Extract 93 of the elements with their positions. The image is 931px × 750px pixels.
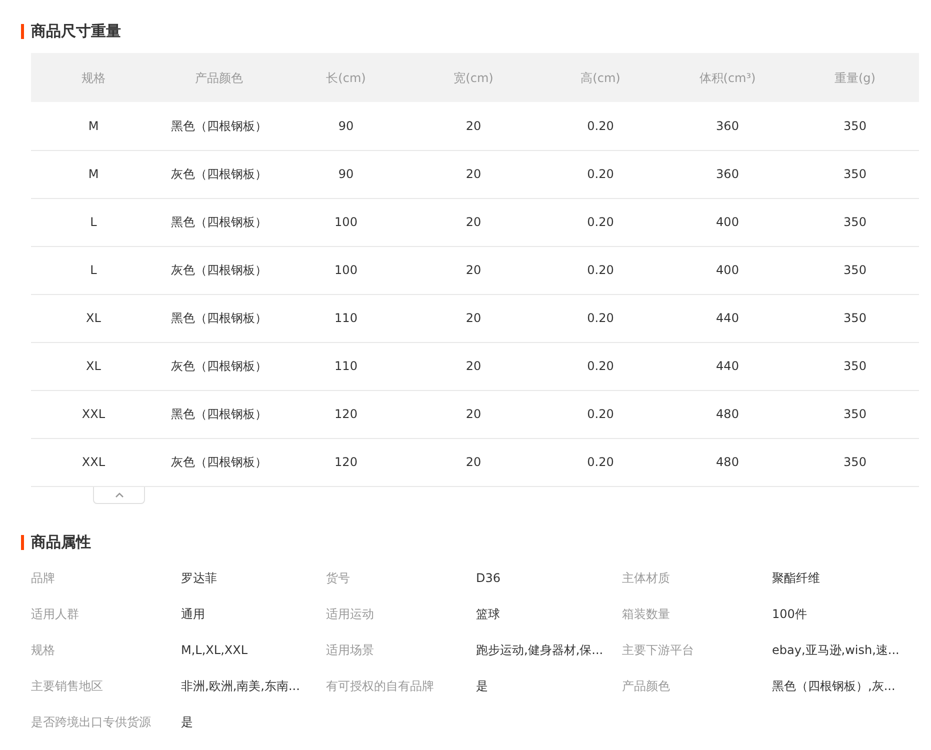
attribute-label: 有可授权的自有品牌 [326,678,435,694]
caret-up-icon [114,492,124,498]
table-cell: 350 [791,150,919,198]
table-cell: 20 [410,102,537,150]
attribute-label: 主要下游平台 [622,642,695,658]
table-cell: 20 [410,150,537,198]
table-cell: 480 [664,390,791,438]
table-cell: 360 [664,102,791,150]
table-cell: 20 [410,294,537,342]
table-cell: M [31,150,156,198]
attribute-value: 通用 [181,606,206,622]
attribute-label: 适用场景 [326,642,375,658]
table-cell: 440 [664,294,791,342]
table-cell: 350 [791,246,919,294]
column-header: 产品颜色 [156,53,282,102]
attribute-label: 规格 [31,642,56,658]
table-cell: 灰色（四根钢板） [156,150,282,198]
table-cell: 120 [282,438,410,486]
table-cell: 0.20 [537,438,664,486]
table-cell: 灰色（四根钢板） [156,342,282,390]
table-cell: 400 [664,198,791,246]
table-cell: M [31,102,156,150]
table-cell: 90 [282,150,410,198]
table-cell: 20 [410,390,537,438]
table-cell: XL [31,342,156,390]
table-cell: 100 [282,246,410,294]
table-cell: 120 [282,390,410,438]
table-cell: 350 [791,342,919,390]
attribute-label: 品牌 [31,570,56,586]
attribute-value: 罗达菲 [181,570,218,586]
attribute-label: 主体材质 [622,570,671,586]
attribute-value: 非洲,欧洲,南美,东南... [181,678,301,694]
table-cell: XXL [31,390,156,438]
table-cell: 440 [664,342,791,390]
table-cell: 0.20 [537,102,664,150]
table-cell: 黑色（四根钢板） [156,198,282,246]
table-cell: 0.20 [537,150,664,198]
table-cell: 20 [410,342,537,390]
table-cell: XL [31,294,156,342]
table-cell: 350 [791,198,919,246]
table-cell: L [31,198,156,246]
attribute-value: D36 [476,570,502,586]
column-header: 规格 [31,53,156,102]
table-cell: 黑色（四根钢板） [156,390,282,438]
table-cell: 20 [410,246,537,294]
table-cell: XXL [31,438,156,486]
table-cell: 90 [282,102,410,150]
table-cell: 0.20 [537,198,664,246]
table-cell: 110 [282,294,410,342]
attribute-value: 是 [476,678,489,694]
table-cell: L [31,246,156,294]
attribute-label: 是否跨境出口专供货源 [31,714,152,730]
attribute-value: 100件 [772,606,808,622]
table-cell: 20 [410,438,537,486]
table-cell: 480 [664,438,791,486]
table-cell: 350 [791,390,919,438]
attribute-value: ebay,亚马逊,wish,速... [772,642,900,658]
column-header: 宽(cm) [410,53,537,102]
attribute-label: 货号 [326,570,351,586]
attribute-value: 篮球 [476,606,501,622]
attribute-value: 聚酯纤维 [772,570,821,586]
attribute-value: 跑步运动,健身器材,保... [476,642,604,658]
table-cell: 110 [282,342,410,390]
attribute-label: 箱装数量 [622,606,671,622]
table-cell: 黑色（四根钢板） [156,294,282,342]
attribute-label: 适用运动 [326,606,375,622]
attribute-value: M,L,XL,XXL [181,642,249,658]
attribute-value: 是 [181,714,194,730]
table-cell: 灰色（四根钢板） [156,246,282,294]
table-cell: 360 [664,150,791,198]
table-cell: 20 [410,198,537,246]
column-header: 高(cm) [537,53,664,102]
attribute-value: 黑色（四根钢板）,灰... [772,678,896,694]
table-cell: 350 [791,438,919,486]
attribute-label: 适用人群 [31,606,80,622]
section-title: 商品属性 [21,534,919,550]
column-header: 体积(cm³) [664,53,791,102]
table-cell: 400 [664,246,791,294]
table-cell: 0.20 [537,390,664,438]
table-cell: 350 [791,102,919,150]
table-cell: 100 [282,198,410,246]
attribute-label: 主要销售地区 [31,678,104,694]
section-title: 商品尺寸重量 [21,24,919,39]
table-cell: 灰色（四根钢板） [156,438,282,486]
collapse-button[interactable] [93,486,145,504]
table-cell: 0.20 [537,294,664,342]
table-cell: 0.20 [537,246,664,294]
column-header: 重量(g) [791,53,919,102]
column-header: 长(cm) [282,53,410,102]
attribute-label: 产品颜色 [622,678,671,694]
table-cell: 0.20 [537,342,664,390]
table-cell: 350 [791,294,919,342]
table-cell: 黑色（四根钢板） [156,102,282,150]
